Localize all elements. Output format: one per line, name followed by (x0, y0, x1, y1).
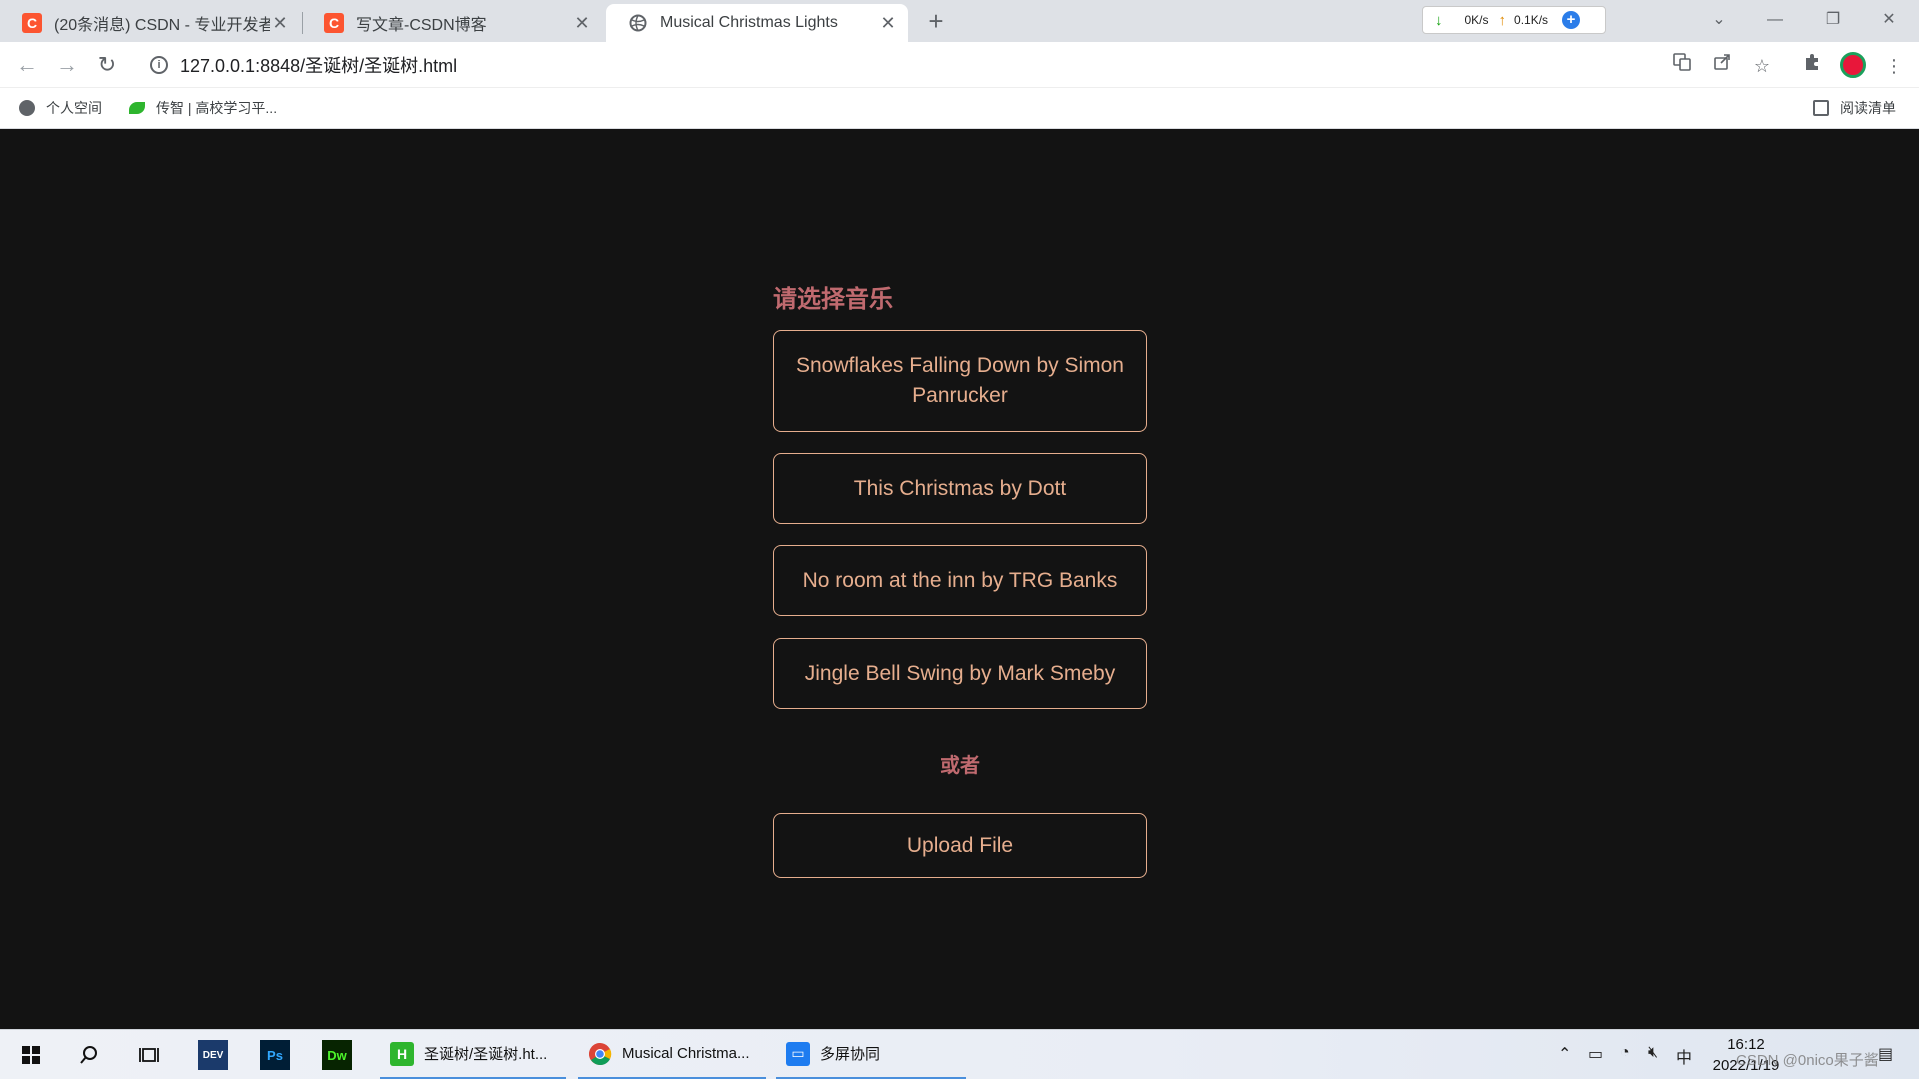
desktop-screen: C (20条消息) CSDN - 专业开发者社 ✕ C 写文章-CSDN博客 ✕… (0, 0, 1919, 1079)
address-url: 127.0.0.1:8848/圣诞树/圣诞树.html (180, 56, 458, 76)
notification-icon[interactable]: ▤ (1878, 1044, 1893, 1064)
bookmark-chuanzhi[interactable]: 传智 | 高校学习平... (128, 96, 277, 120)
csdn-logo-icon: C (324, 13, 344, 33)
taskbar-app-multiscreen[interactable]: ▭ 多屏协同 (776, 1030, 966, 1079)
tab-csdn-write[interactable]: C 写文章-CSDN博客 ✕ (302, 4, 602, 42)
close-icon[interactable]: ✕ (878, 13, 898, 34)
windows-start-icon[interactable] (16, 1040, 46, 1070)
page-content: 请选择音乐 Snowflakes Falling Down by Simon P… (0, 129, 1919, 1029)
reload-button[interactable]: ↻ (92, 50, 122, 80)
new-tab-button[interactable]: + (922, 6, 950, 37)
photoshop-app-icon[interactable]: Ps (260, 1040, 290, 1070)
taskbar-app-hbuilder[interactable]: H 圣诞树/圣诞树.ht... (380, 1030, 566, 1079)
song-button-this-christmas[interactable]: This Christmas by Dott (773, 453, 1147, 524)
browser-tabstrip: C (20条消息) CSDN - 专业开发者社 ✕ C 写文章-CSDN博客 ✕… (0, 0, 1919, 42)
bookmark-label: 传智 | 高校学习平... (156, 100, 278, 116)
page-heading: 请选择音乐 (773, 286, 893, 313)
share-icon[interactable] (1708, 52, 1736, 80)
reading-list-label: 阅读清单 (1840, 100, 1896, 116)
or-separator-text: 或者 (940, 755, 980, 777)
upload-speed: 0.1K/s (1514, 13, 1549, 27)
task-view-icon[interactable] (134, 1040, 164, 1070)
taskbar-app-chrome[interactable]: Musical Christma... (578, 1030, 766, 1079)
ime-indicator[interactable]: 中 (1676, 1044, 1692, 1068)
tab-title: (20条消息) CSDN - 专业开发者社 (54, 17, 270, 34)
song-button-no-room[interactable]: No room at the inn by TRG Banks (773, 545, 1147, 616)
minimize-button[interactable]: — (1752, 6, 1798, 34)
profile-avatar[interactable] (1840, 52, 1866, 78)
chrome-icon (588, 1042, 612, 1066)
network-speed-widget[interactable]: ↓ 0K/s ↑ 0.1K/s + (1422, 6, 1606, 34)
translate-icon[interactable] (1668, 52, 1696, 80)
close-icon[interactable]: ✕ (572, 13, 592, 34)
leaf-icon (128, 99, 146, 117)
tab-csdn-home[interactable]: C (20条消息) CSDN - 专业开发者社 ✕ (0, 4, 300, 42)
csdn-logo-icon: C (22, 13, 42, 33)
bookmarks-bar: 个人空间 传智 | 高校学习平... 阅读清单 (0, 88, 1919, 129)
globe-icon (628, 13, 648, 33)
plus-icon[interactable]: + (1562, 11, 1581, 29)
tab-musical-christmas-lights[interactable]: Musical Christmas Lights ✕ (606, 4, 908, 42)
arrow-down-icon: ↓ (1435, 11, 1443, 29)
close-icon[interactable]: ✕ (270, 13, 290, 34)
back-button[interactable]: ← (12, 50, 42, 80)
star-icon[interactable]: ☆ (1748, 52, 1776, 80)
search-icon[interactable] (74, 1040, 104, 1070)
arrow-up-icon: ↑ (1498, 11, 1507, 29)
song-button-snowflakes[interactable]: Snowflakes Falling Down by Simon Panruck… (773, 330, 1147, 432)
chevron-up-icon[interactable]: ⌃ (1558, 1044, 1571, 1064)
taskbar-app-label: Musical Christma... (622, 1045, 750, 1062)
volume-muted-icon[interactable]: 🔇︎ (1648, 1044, 1658, 1062)
reading-list-button[interactable]: 阅读清单 (1812, 96, 1896, 120)
bookmark-personal-space[interactable]: 个人空间 (18, 96, 102, 120)
info-icon[interactable]: i (150, 56, 168, 74)
restore-button[interactable]: ❐ (1810, 6, 1856, 34)
song-button-jingle-bell[interactable]: Jingle Bell Swing by Mark Smeby (773, 638, 1147, 709)
menu-icon[interactable]: ⋮ (1880, 52, 1908, 80)
browser-toolbar: ← → ↻ i 127.0.0.1:8848/圣诞树/圣诞树.html ☆ ⋮ (0, 42, 1919, 88)
hbuilder-icon: H (390, 1041, 414, 1066)
battery-icon[interactable]: ▭ (1588, 1044, 1603, 1064)
upload-file-button[interactable]: Upload File (773, 813, 1147, 878)
download-speed: 0K/s (1464, 13, 1489, 27)
dreamweaver-app-icon[interactable]: Dw (322, 1040, 352, 1070)
csdn-watermark: CSDN @0nico果子酱 (1736, 1052, 1879, 1069)
globe-icon (18, 99, 36, 117)
tab-title: Musical Christmas Lights (660, 14, 838, 31)
taskbar-app-label: 圣诞树/圣诞树.ht... (424, 1046, 548, 1063)
wifi-icon[interactable]: ◔ (1620, 1044, 1630, 1062)
forward-button[interactable]: → (52, 50, 82, 80)
address-bar[interactable]: i 127.0.0.1:8848/圣诞树/圣诞树.html (136, 47, 1696, 83)
multiscreen-icon: ▭ (786, 1041, 810, 1066)
taskbar-app-label: 多屏协同 (820, 1046, 881, 1063)
tab-search-button[interactable]: ⌄ (1696, 6, 1742, 34)
windows-taskbar: DEV Ps Dw H 圣诞树/圣诞树.ht... Musical Christ… (0, 1029, 1919, 1079)
devecostudio-app-icon[interactable]: DEV (198, 1040, 228, 1070)
window-close-button[interactable]: ✕ (1866, 6, 1912, 34)
extensions-icon[interactable] (1798, 52, 1826, 80)
tab-title: 写文章-CSDN博客 (356, 17, 487, 34)
reading-list-icon (1812, 99, 1830, 117)
bookmark-label: 个人空间 (46, 100, 102, 116)
